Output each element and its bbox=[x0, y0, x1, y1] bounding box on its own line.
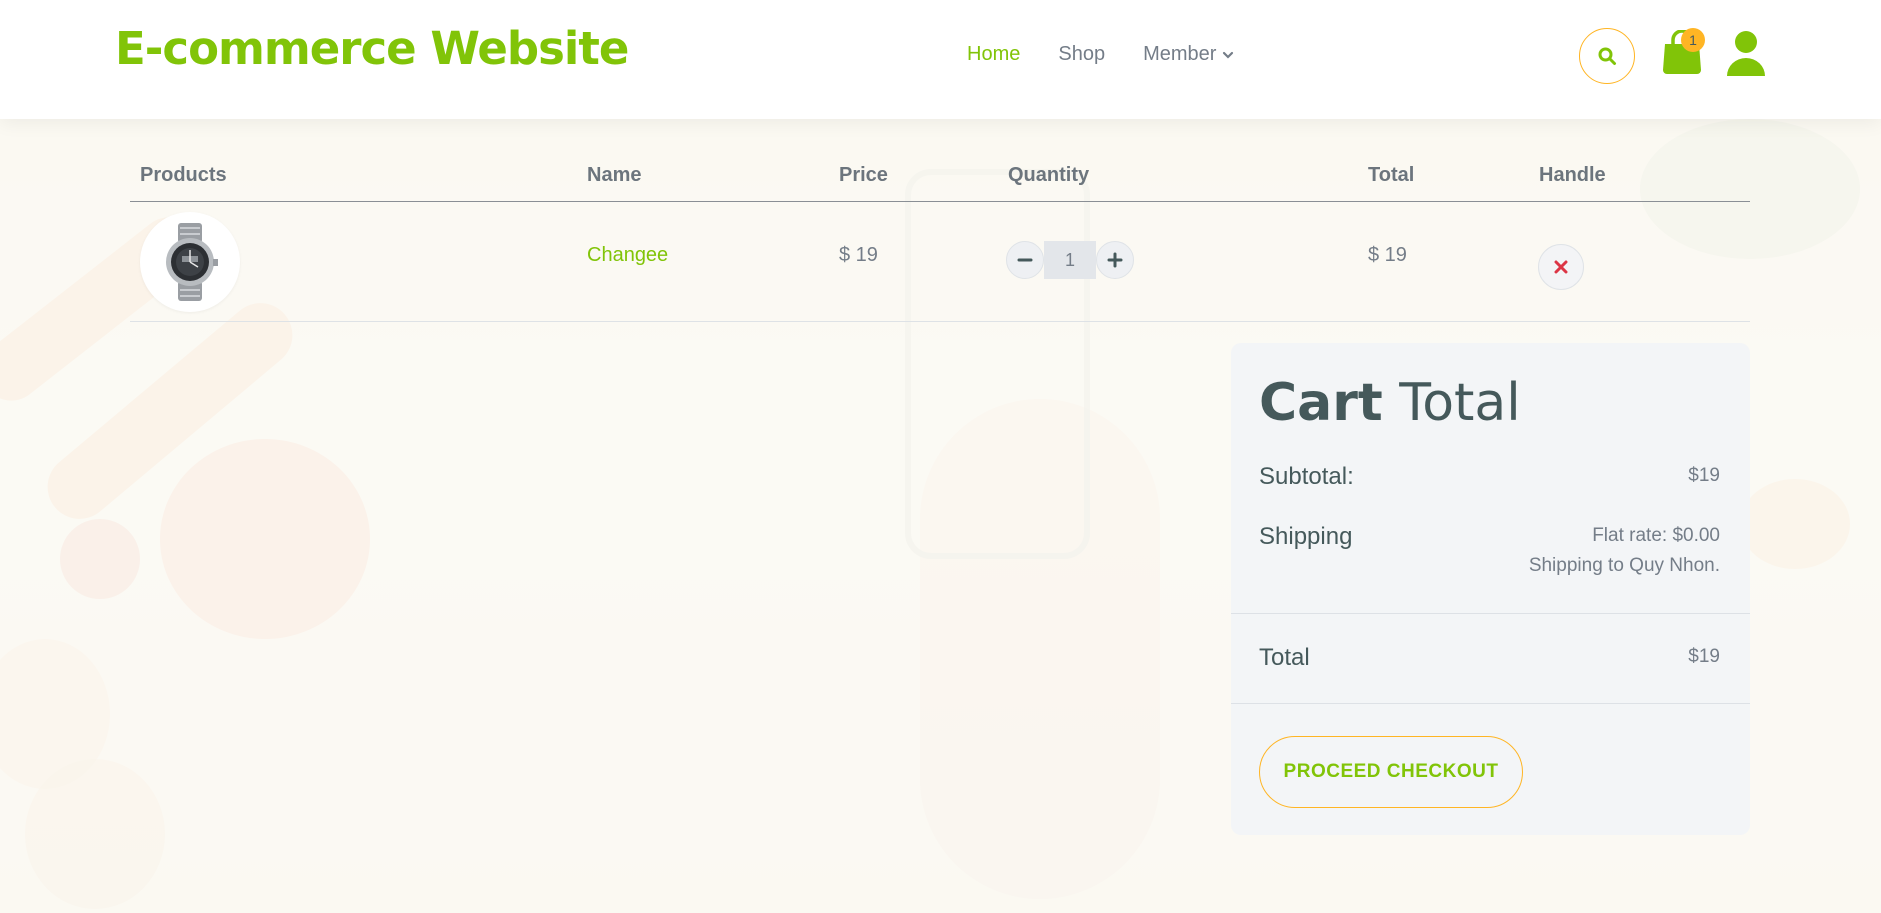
divider bbox=[1231, 613, 1750, 614]
subtotal-value: $19 bbox=[1688, 465, 1720, 486]
total-label: Total bbox=[1259, 644, 1310, 671]
row-total: $ 19 bbox=[1368, 244, 1407, 266]
divider bbox=[1231, 703, 1750, 704]
shipping-info: Flat rate: $0.00 Shipping to Quy Nhon. bbox=[1529, 521, 1720, 581]
nav-shop[interactable]: Shop bbox=[1058, 43, 1105, 66]
shipping-destination: Shipping to Quy Nhon. bbox=[1528, 555, 1720, 576]
cart-total-panel: Cart Total Subtotal: $19 Shipping Flat r… bbox=[1231, 343, 1750, 835]
col-quantity: Quantity bbox=[1008, 164, 1090, 186]
col-price: Price bbox=[839, 164, 888, 186]
remove-item-button[interactable] bbox=[1538, 244, 1584, 290]
proceed-checkout-button[interactable]: PROCEED CHECKOUT bbox=[1259, 736, 1523, 808]
cart-count-badge: 1 bbox=[1681, 28, 1705, 52]
cart-title-light: Total bbox=[1399, 373, 1521, 433]
nav-home[interactable]: Home bbox=[967, 43, 1020, 66]
nav-home-label: Home bbox=[967, 43, 1021, 65]
cart-table: Products Name Price Quantity Total Handl… bbox=[130, 160, 1750, 322]
col-products: Products bbox=[140, 164, 227, 186]
minus-icon bbox=[1017, 258, 1033, 262]
cart-total-title: Cart Total bbox=[1259, 373, 1521, 433]
col-total: Total bbox=[1368, 164, 1415, 186]
quantity-stepper bbox=[1006, 241, 1134, 279]
main-nav: Home Shop Member bbox=[967, 43, 1234, 66]
subtotal-label: Subtotal: bbox=[1259, 463, 1354, 490]
chevron-down-icon bbox=[1223, 51, 1234, 59]
cart-title-bold: Cart bbox=[1259, 373, 1383, 433]
user-icon[interactable] bbox=[1725, 30, 1767, 76]
site-header: E-commerce Website Home Shop Member 1 bbox=[0, 0, 1881, 119]
search-icon bbox=[1598, 47, 1616, 65]
nav-shop-label: Shop bbox=[1058, 43, 1106, 65]
close-icon bbox=[1554, 260, 1568, 274]
col-handle: Handle bbox=[1539, 164, 1606, 186]
watch-image bbox=[166, 223, 218, 301]
product-name-link[interactable]: Changee bbox=[587, 244, 668, 267]
nav-member[interactable]: Member bbox=[1143, 43, 1234, 66]
site-logo[interactable]: E-commerce Website bbox=[115, 22, 629, 75]
shipping-rate: Flat rate: $0.00 bbox=[1592, 525, 1720, 546]
decrease-quantity-button[interactable] bbox=[1006, 241, 1044, 279]
product-image bbox=[140, 212, 240, 312]
plus-icon bbox=[1107, 252, 1123, 268]
total-value: $19 bbox=[1688, 646, 1720, 667]
quantity-input[interactable] bbox=[1044, 241, 1096, 279]
nav-member-label: Member bbox=[1143, 43, 1217, 65]
table-header: Products Name Price Quantity Total Handl… bbox=[130, 160, 1750, 202]
table-row: Changee $ 19 $ 19 bbox=[130, 202, 1750, 322]
search-button[interactable] bbox=[1579, 28, 1635, 84]
increase-quantity-button[interactable] bbox=[1096, 241, 1134, 279]
shipping-label: Shipping bbox=[1259, 523, 1353, 550]
col-name: Name bbox=[587, 164, 642, 186]
product-price: $ 19 bbox=[839, 244, 878, 266]
